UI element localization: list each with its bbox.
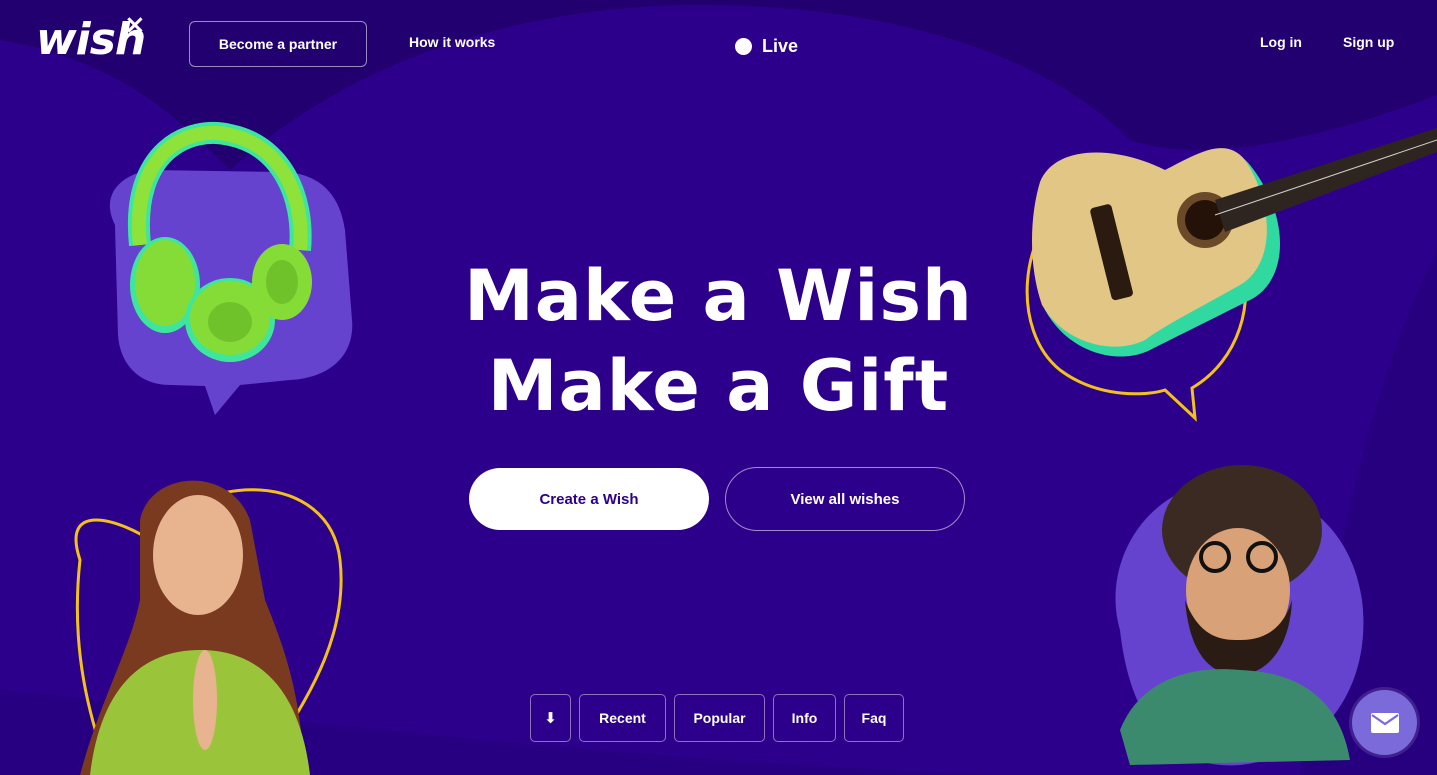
live-label: Live <box>762 36 799 56</box>
section-tabs: ⬇ Recent Popular Info Faq <box>530 694 904 742</box>
download-icon: ⬇ <box>544 710 557 727</box>
live-indicator-icon <box>735 38 752 55</box>
hero-title-line2: Make a Gift <box>487 345 950 427</box>
tab-popular[interactable]: Popular <box>674 694 765 742</box>
live-toggle[interactable]: Live <box>735 36 798 57</box>
tab-info[interactable]: Info <box>773 694 836 742</box>
become-partner-button[interactable]: Become a partner <box>189 21 367 67</box>
hero-title-line1: Make a Wish <box>464 255 973 337</box>
man-illustration <box>1115 465 1364 766</box>
view-all-wishes-button[interactable]: View all wishes <box>725 467 965 531</box>
tab-download[interactable]: ⬇ <box>530 694 571 742</box>
message-button[interactable] <box>1352 690 1417 755</box>
tab-faq[interactable]: Faq <box>844 694 904 742</box>
tab-recent[interactable]: Recent <box>579 694 666 742</box>
signup-link[interactable]: Sign up <box>1343 34 1394 50</box>
create-wish-button[interactable]: Create a Wish <box>469 468 709 530</box>
mail-icon <box>1370 712 1399 733</box>
logo-x-mark: × <box>124 10 146 40</box>
how-it-works-link[interactable]: How it works <box>409 34 495 50</box>
top-navigation: wish × Become a partner How it works Liv… <box>0 0 1437 90</box>
login-link[interactable]: Log in <box>1260 34 1302 50</box>
